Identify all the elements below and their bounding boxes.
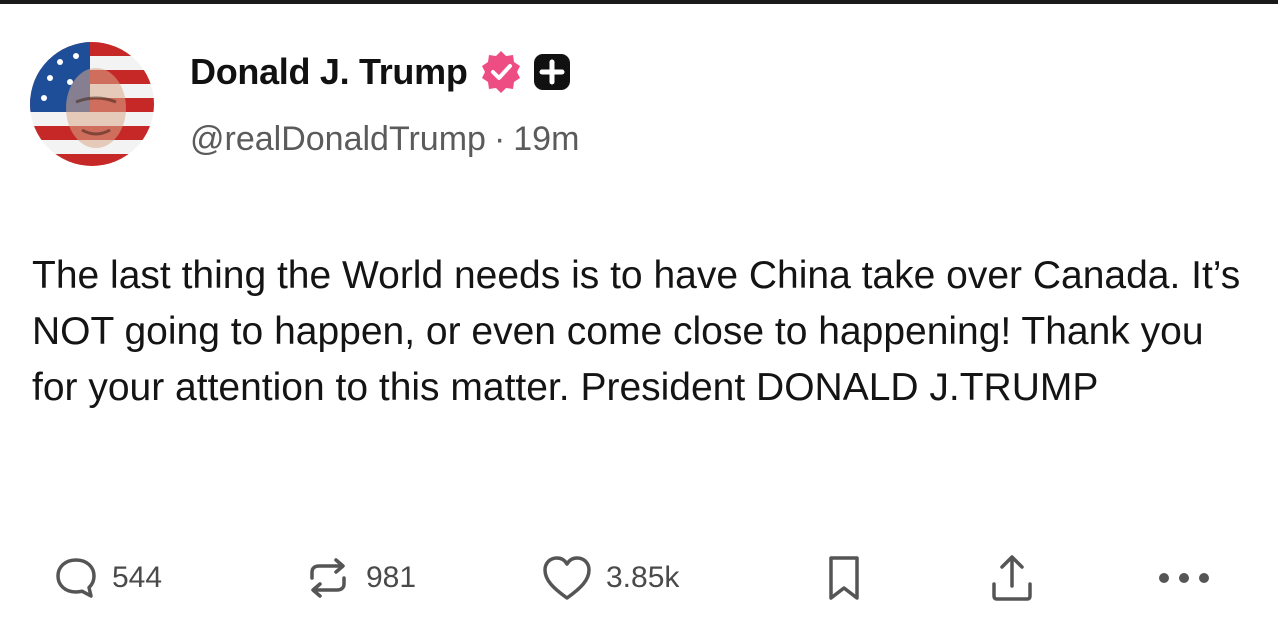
post-meta: @realDonaldTrump · 19m xyxy=(190,120,579,159)
repost-icon xyxy=(310,558,346,598)
top-border xyxy=(0,0,1278,4)
reply-count: 544 xyxy=(112,561,163,594)
more-icon xyxy=(1159,573,1209,583)
comment-icon xyxy=(56,558,96,598)
avatar[interactable] xyxy=(30,42,154,166)
share-icon xyxy=(992,555,1032,601)
like-count: 3.85k xyxy=(606,561,680,594)
bookmark-icon xyxy=(829,556,859,600)
repost-button[interactable]: 981 xyxy=(302,548,416,608)
like-button[interactable]: 3.85k xyxy=(540,548,679,608)
repost-count: 981 xyxy=(366,561,417,594)
meta-separator: · xyxy=(493,120,506,158)
post-text: The last thing the World needs is to hav… xyxy=(32,254,1241,409)
reply-button[interactable]: 544 xyxy=(52,548,162,608)
verified-badge-icon xyxy=(480,51,522,93)
author-name[interactable]: Donald J. Trump xyxy=(190,51,468,93)
author-handle[interactable]: @realDonaldTrump xyxy=(190,120,486,158)
action-bar: 544 981 3.85k xyxy=(0,548,1278,608)
plus-badge-icon xyxy=(533,54,570,90)
bookmark-button[interactable] xyxy=(822,548,866,608)
share-button[interactable] xyxy=(986,548,1038,608)
heart-icon xyxy=(543,556,591,600)
post-time[interactable]: 19m xyxy=(513,120,579,158)
author-header: Donald J. Trump xyxy=(190,44,570,100)
more-options-button[interactable] xyxy=(1156,548,1212,608)
